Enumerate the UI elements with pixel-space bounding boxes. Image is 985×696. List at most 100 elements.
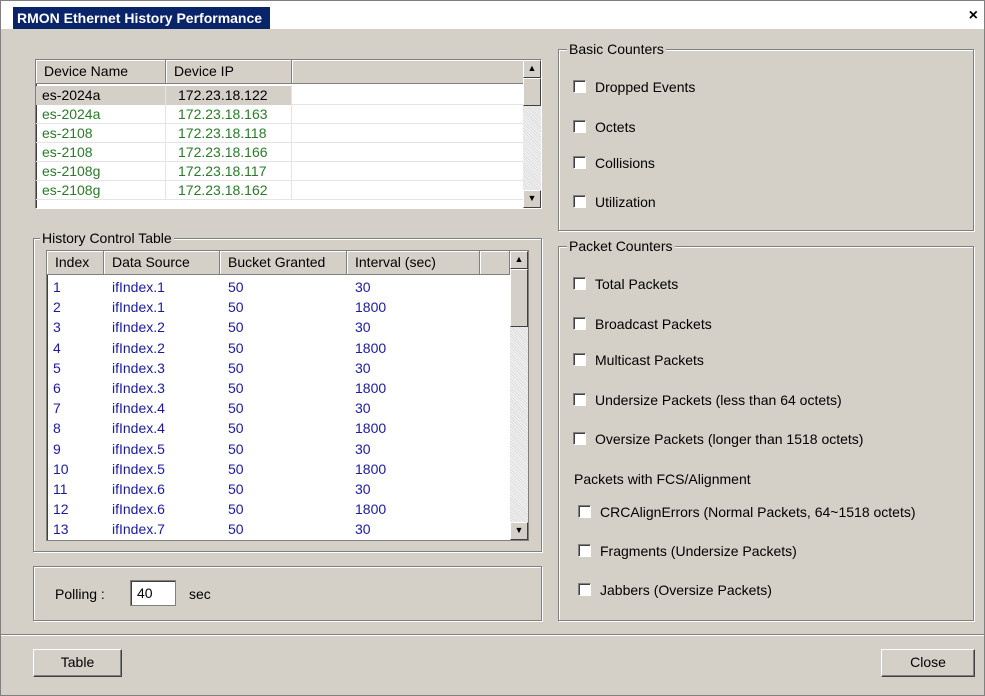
checkbox-icon[interactable] [573, 120, 586, 133]
table-row[interactable]: 11 ifIndex.6 50 30 [47, 480, 510, 499]
checkbox-label: Total Packets [595, 276, 679, 292]
table-row[interactable]: es-2108g 172.23.18.117 [36, 162, 523, 181]
table-row[interactable]: 6 ifIndex.3 50 1800 [47, 379, 510, 398]
checkbox-icon[interactable] [578, 544, 591, 557]
column-header-device-name[interactable]: Device Name [36, 60, 166, 84]
bucket-granted-cell: 50 [228, 481, 244, 497]
interval-cell: 1800 [355, 299, 387, 316]
fcs-alignment-text: Packets with FCS/Alignment [574, 471, 751, 487]
polling-group [33, 566, 542, 621]
checkbox-icon[interactable] [573, 277, 586, 290]
table-row[interactable]: es-2108g 172.23.18.162 [36, 181, 523, 200]
scroll-up-icon[interactable]: ▲ [510, 251, 528, 269]
table-row[interactable]: es-2108 172.23.18.166 [36, 143, 523, 162]
history-table-scrollbar[interactable]: ▲ ▼ [510, 251, 528, 540]
table-row[interactable]: 2 ifIndex.1 50 1800 [47, 298, 510, 317]
table-row[interactable]: 9 ifIndex.5 50 30 [47, 440, 510, 459]
table-row[interactable]: es-2108 172.23.18.118 [36, 124, 523, 143]
index-cell: 5 [53, 359, 61, 376]
index-cell: 6 [53, 380, 61, 396]
table-button[interactable]: Table [33, 649, 122, 677]
table-row[interactable]: es-2024a 172.23.18.122 [36, 86, 523, 105]
close-button[interactable]: Close [881, 649, 975, 677]
index-cell: 1 [53, 279, 61, 295]
table-row[interactable]: 7 ifIndex.4 50 30 [47, 399, 510, 418]
checkbox-icon[interactable] [573, 195, 586, 208]
bucket-granted-cell: 50 [228, 339, 244, 356]
interval-cell: 30 [355, 279, 371, 295]
interval-cell: 30 [355, 319, 371, 336]
table-row[interactable]: 1 ifIndex.1 50 30 [47, 278, 510, 297]
data-source-cell: ifIndex.3 [112, 359, 165, 376]
checkbox-icon[interactable] [573, 393, 586, 406]
table-row[interactable]: 10 ifIndex.5 50 1800 [47, 460, 510, 479]
index-cell: 8 [53, 420, 61, 437]
polling-interval-input[interactable] [130, 580, 176, 606]
checkbox-icon[interactable] [573, 156, 586, 169]
bucket-granted-cell: 50 [228, 359, 244, 376]
packet-counters-label: Packet Counters [567, 238, 675, 254]
dialog-window: RMON Ethernet History Performance × Devi… [0, 0, 985, 696]
checkbox-icon[interactable] [573, 317, 586, 330]
checkbox-icon[interactable] [573, 432, 586, 445]
device-name-cell: es-2024a [36, 86, 166, 105]
device-ip-cell: 172.23.18.163 [166, 105, 292, 124]
device-table-scrollbar[interactable]: ▲ ▼ [523, 60, 541, 208]
checkbox-icon[interactable] [573, 353, 586, 366]
interval-cell: 1800 [355, 339, 387, 356]
device-name-cell: es-2108g [36, 181, 166, 200]
table-row[interactable]: 3 ifIndex.2 50 30 [47, 318, 510, 337]
title-bar: RMON Ethernet History Performance × [1, 1, 984, 29]
history-control-table[interactable]: Index Data Source Bucket Granted Interva… [46, 250, 529, 541]
table-row[interactable]: 5 ifIndex.3 50 30 [47, 359, 510, 378]
column-header-bucket-granted[interactable]: Bucket Granted [220, 251, 347, 275]
table-row[interactable]: 4 ifIndex.2 50 1800 [47, 339, 510, 358]
table-row[interactable]: 12 ifIndex.6 50 1800 [47, 500, 510, 519]
checkbox-icon[interactable] [578, 505, 591, 518]
index-cell: 3 [53, 319, 61, 336]
checkbox-label: Fragments (Undersize Packets) [600, 543, 797, 559]
index-cell: 2 [53, 299, 61, 316]
column-header-data-source[interactable]: Data Source [104, 251, 220, 275]
device-name-cell: es-2108g [36, 162, 166, 181]
interval-cell: 30 [355, 359, 371, 376]
checkbox-icon[interactable] [578, 583, 591, 596]
bucket-granted-cell: 50 [228, 460, 244, 477]
checkbox-icon[interactable] [573, 80, 586, 93]
data-source-cell: ifIndex.6 [112, 481, 165, 497]
device-ip-cell: 172.23.18.166 [166, 143, 292, 162]
column-header-interval[interactable]: Interval (sec) [347, 251, 480, 275]
polling-label: Polling : [55, 586, 105, 602]
checkbox-label: Octets [595, 119, 636, 135]
index-cell: 10 [53, 460, 69, 477]
checkbox-label: Oversize Packets (longer than 1518 octet… [595, 431, 864, 447]
data-source-cell: ifIndex.2 [112, 319, 165, 336]
checkbox-label: Undersize Packets (less than 64 octets) [595, 392, 842, 408]
interval-cell: 30 [355, 481, 371, 497]
bucket-granted-cell: 50 [228, 440, 244, 457]
close-icon[interactable]: × [969, 7, 978, 25]
checkbox-label: Dropped Events [595, 79, 696, 95]
index-cell: 11 [53, 481, 68, 497]
scroll-down-icon[interactable]: ▼ [523, 190, 541, 208]
table-row[interactable]: 8 ifIndex.4 50 1800 [47, 419, 510, 438]
device-ip-cell: 172.23.18.118 [166, 124, 292, 143]
column-header-index[interactable]: Index [47, 251, 104, 275]
table-row[interactable]: 13 ifIndex.7 50 30 [47, 520, 510, 539]
scroll-thumb[interactable] [510, 269, 528, 327]
interval-cell: 1800 [355, 380, 387, 396]
history-control-label: History Control Table [40, 230, 174, 246]
polling-unit: sec [189, 586, 211, 602]
bucket-granted-cell: 50 [228, 299, 244, 316]
data-source-cell: ifIndex.6 [112, 501, 165, 518]
column-header-empty [480, 251, 510, 275]
scroll-up-icon[interactable]: ▲ [523, 60, 541, 78]
device-table[interactable]: Device Name Device IP es-2024a 172.23.18.… [35, 59, 542, 209]
data-source-cell: ifIndex.7 [112, 521, 165, 538]
table-row[interactable]: es-2024a 172.23.18.163 [36, 105, 523, 124]
bucket-granted-cell: 50 [228, 420, 244, 437]
scroll-thumb[interactable] [523, 78, 541, 106]
column-header-device-ip[interactable]: Device IP [166, 60, 292, 84]
data-source-cell: ifIndex.1 [112, 279, 165, 295]
scroll-down-icon[interactable]: ▼ [510, 522, 528, 540]
